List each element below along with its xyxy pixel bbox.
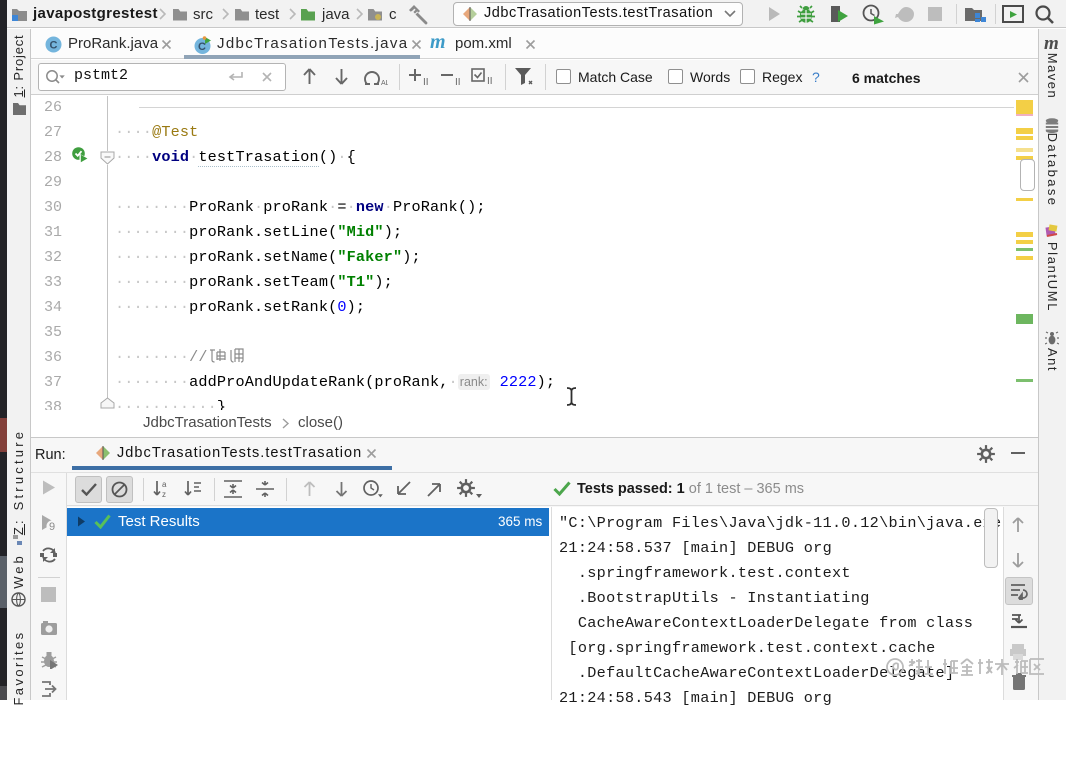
svg-text:II: II bbox=[455, 77, 461, 87]
svg-text:9: 9 bbox=[49, 521, 55, 532]
svg-text:II: II bbox=[487, 76, 493, 86]
svg-text:z: z bbox=[162, 490, 166, 499]
svg-text:a: a bbox=[162, 480, 167, 489]
svg-text:II: II bbox=[423, 77, 429, 87]
svg-text:ALB: ALB bbox=[381, 80, 388, 86]
svg-text:C: C bbox=[198, 41, 206, 53]
svg-text:C: C bbox=[50, 40, 58, 52]
